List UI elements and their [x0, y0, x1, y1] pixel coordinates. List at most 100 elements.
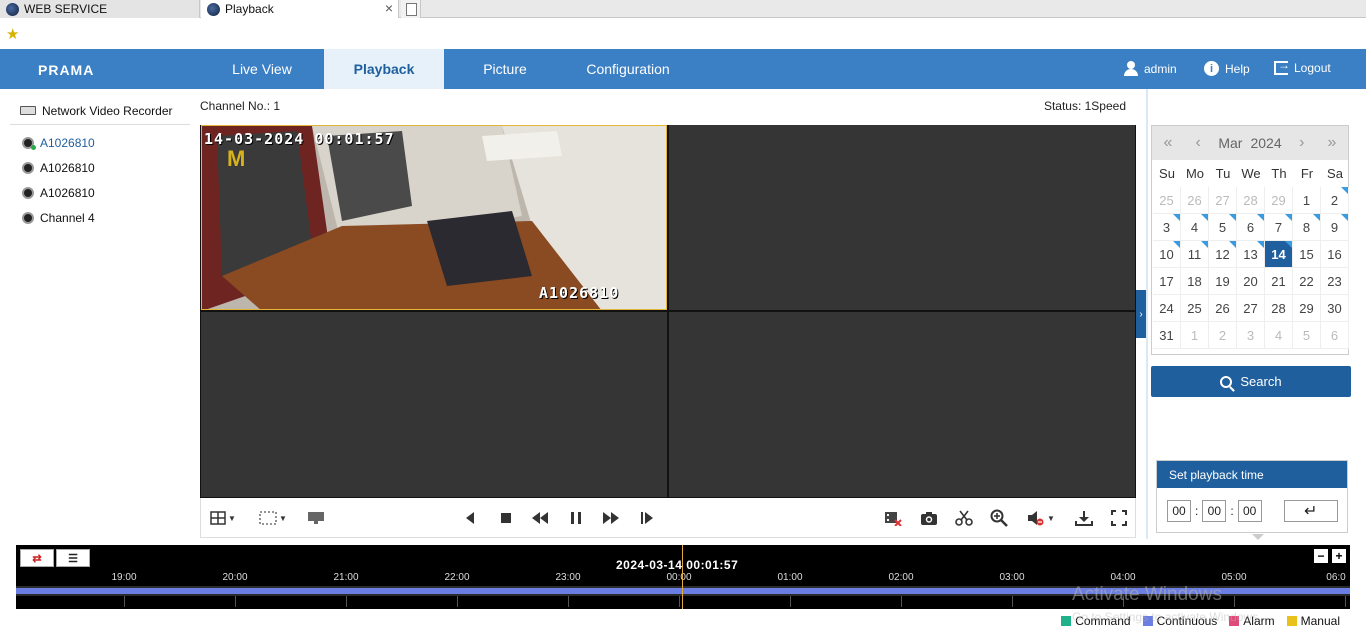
nav-live-view[interactable]: Live View [200, 49, 324, 89]
browser-tab-playback[interactable]: Playback × [201, 0, 399, 18]
calendar-day[interactable]: 23 [1321, 268, 1349, 295]
calendar-day-with-recording[interactable]: 12 [1209, 241, 1237, 268]
calendar-day-with-recording[interactable]: 9 [1321, 214, 1349, 241]
calendar-day-with-recording[interactable]: 3 [1153, 214, 1181, 241]
previous-month-icon[interactable]: ‹ [1188, 134, 1208, 152]
calendar-day[interactable]: 28 [1237, 187, 1265, 214]
timeline-settings-button[interactable]: ☰ [56, 549, 90, 567]
calendar-day[interactable]: 5 [1293, 322, 1321, 349]
expand-panel-handle[interactable]: › [1136, 290, 1146, 338]
download-button[interactable] [1074, 508, 1094, 528]
reverse-play-button[interactable] [460, 508, 480, 528]
next-month-icon[interactable]: › [1292, 134, 1312, 152]
pause-button[interactable] [566, 508, 586, 528]
video-window-3[interactable] [201, 312, 667, 497]
calendar-day[interactable]: 24 [1153, 295, 1181, 322]
calendar-day[interactable]: 29 [1293, 295, 1321, 322]
stream-type-button[interactable]: ▼ [256, 508, 290, 528]
help-link[interactable]: i Help [1204, 61, 1250, 76]
device-tree-root-label: Network Video Recorder [42, 103, 173, 118]
nav-picture[interactable]: Picture [444, 49, 566, 89]
user-menu[interactable]: admin [1124, 61, 1177, 76]
fast-forward-button[interactable] [601, 508, 621, 528]
calendar-day-selected[interactable]: 14 [1265, 241, 1293, 268]
calendar-day[interactable]: 17 [1153, 268, 1181, 295]
calendar-day[interactable]: 19 [1209, 268, 1237, 295]
capture-button[interactable] [919, 508, 939, 528]
calendar-day[interactable]: 26 [1209, 295, 1237, 322]
previous-year-icon[interactable]: « [1158, 134, 1178, 152]
timeline-cursor[interactable] [682, 545, 683, 609]
nav-playback[interactable]: Playback [324, 49, 444, 89]
calendar-day[interactable]: 20 [1237, 268, 1265, 295]
calendar-day[interactable]: 28 [1265, 295, 1293, 322]
calendar-title: Mar 2024 [1218, 135, 1281, 151]
stop-all-playback-button[interactable] [883, 508, 903, 528]
next-year-icon[interactable]: » [1322, 134, 1342, 152]
calendar-day[interactable]: 22 [1293, 268, 1321, 295]
calendar-day[interactable]: 1 [1293, 187, 1321, 214]
video-window-2[interactable] [669, 125, 1135, 310]
channel-item-3[interactable]: A1026810 [22, 180, 192, 205]
nav-configuration[interactable]: Configuration [566, 49, 690, 89]
zoom-in-button[interactable]: + [1332, 549, 1346, 563]
calendar-day-with-recording[interactable]: 8 [1293, 214, 1321, 241]
panel-pointer [1252, 534, 1264, 540]
stop-button[interactable] [496, 508, 516, 528]
set-playback-time-panel: Set playback time 00 : 00 : 00 ↵ [1156, 460, 1348, 540]
calendar-day[interactable]: 6 [1321, 322, 1349, 349]
slow-forward-button[interactable] [530, 508, 550, 528]
video-window-4[interactable] [669, 312, 1135, 497]
calendar-day-with-recording[interactable]: 11 [1181, 241, 1209, 268]
calendar-day[interactable]: 3 [1237, 322, 1265, 349]
digital-zoom-region-button[interactable] [306, 508, 326, 528]
apply-time-button[interactable]: ↵ [1283, 500, 1338, 522]
calendar-day[interactable]: 25 [1153, 187, 1181, 214]
calendar-day-with-recording[interactable]: 6 [1237, 214, 1265, 241]
calendar-day[interactable]: 21 [1265, 268, 1293, 295]
video-window-1[interactable]: M 14-03-2024 00:01:57 A1026810 [201, 125, 667, 310]
calendar-day-with-recording[interactable]: 7 [1265, 214, 1293, 241]
calendar-day[interactable]: 18 [1181, 268, 1209, 295]
single-frame-button[interactable] [637, 508, 657, 528]
audio-button[interactable]: ▼ [1023, 508, 1059, 528]
channel-item-1[interactable]: A1026810 [22, 130, 192, 155]
calendar-day-with-recording[interactable]: 2 [1321, 187, 1349, 214]
camera-favicon-icon [6, 2, 19, 16]
calendar-day[interactable]: 31 [1153, 322, 1181, 349]
calendar-day[interactable]: 30 [1321, 295, 1349, 322]
calendar-day-with-recording[interactable]: 13 [1237, 241, 1265, 268]
search-button[interactable]: Search [1151, 366, 1351, 397]
calendar-day[interactable]: 4 [1265, 322, 1293, 349]
fullscreen-button[interactable] [1109, 508, 1129, 528]
channel-item-4[interactable]: Channel 4 [22, 205, 192, 230]
close-icon[interactable]: × [385, 0, 393, 16]
second-input[interactable]: 00 [1237, 500, 1262, 522]
timeline-collapse-button[interactable]: ⇄ [20, 549, 54, 567]
time-separator: : [1195, 504, 1199, 518]
calendar-day[interactable]: 27 [1237, 295, 1265, 322]
hour-input[interactable]: 00 [1167, 500, 1191, 522]
new-tab-button[interactable] [401, 0, 421, 18]
calendar-day[interactable]: 26 [1181, 187, 1209, 214]
browser-tab-web-service[interactable]: WEB SERVICE [0, 0, 200, 18]
calendar-day-with-recording[interactable]: 4 [1181, 214, 1209, 241]
add-favorite-star-icon[interactable]: ★ [6, 27, 19, 42]
calendar-day[interactable]: 25 [1181, 295, 1209, 322]
window-layout-button[interactable]: ▼ [207, 508, 239, 528]
clip-button[interactable] [954, 508, 974, 528]
calendar-day[interactable]: 27 [1209, 187, 1237, 214]
calendar-day[interactable]: 1 [1181, 322, 1209, 349]
channel-item-2[interactable]: A1026810 [22, 155, 192, 180]
calendar-day[interactable]: 15 [1293, 241, 1321, 268]
calendar-day-with-recording[interactable]: 10 [1153, 241, 1181, 268]
zoom-out-button[interactable]: − [1314, 549, 1328, 563]
calendar-day[interactable]: 2 [1209, 322, 1237, 349]
calendar-day[interactable]: 16 [1321, 241, 1349, 268]
calendar-day-with-recording[interactable]: 5 [1209, 214, 1237, 241]
calendar-day[interactable]: 29 [1265, 187, 1293, 214]
logout-link[interactable]: Logout [1274, 58, 1331, 75]
minute-input[interactable]: 00 [1202, 500, 1227, 522]
digital-zoom-button[interactable] [989, 508, 1009, 528]
device-tree-root[interactable]: Network Video Recorder [10, 97, 190, 125]
